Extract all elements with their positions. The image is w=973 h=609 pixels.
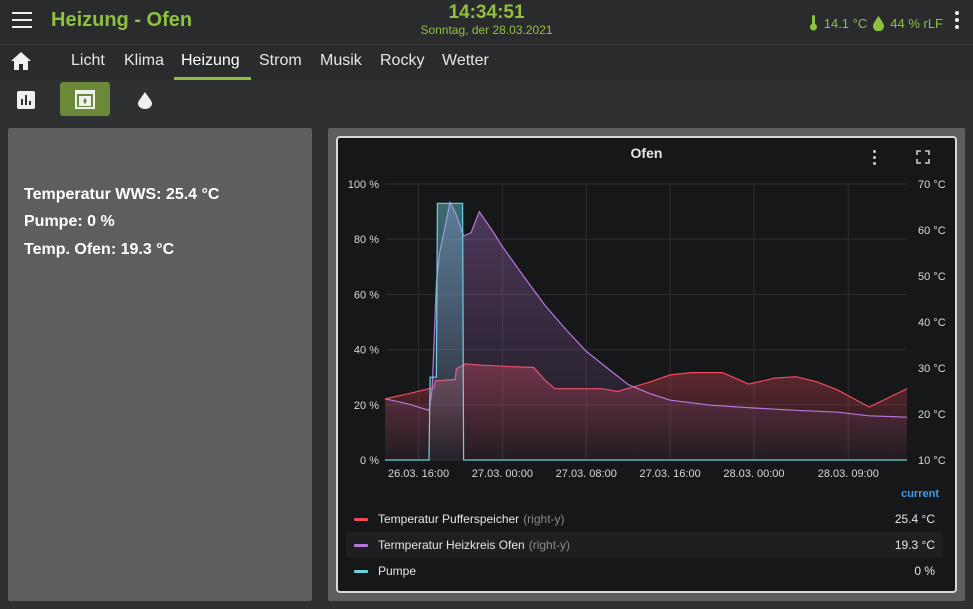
left-axis-tick-label: 20 %: [354, 400, 379, 412]
tab-klima[interactable]: Klima: [124, 52, 164, 70]
legend-current-value: 25.4 °C: [894, 512, 935, 526]
legend-series-name: Temperatur Pufferspeicher (right-y): [378, 512, 565, 526]
legend-item[interactable]: Pumpe 0 %: [346, 558, 943, 584]
legend-swatch: [354, 570, 368, 573]
legend-swatch: [354, 518, 368, 521]
legend-series-label: Termperatur Heizkreis Ofen: [378, 538, 525, 552]
left-axis-tick-label: 40 %: [354, 345, 379, 357]
bar-chart-icon: [17, 91, 35, 109]
x-axis-tick-label: 27.03. 16:00: [640, 468, 701, 478]
right-axis-tick-label: 50 °C: [918, 271, 946, 283]
outdoor-temperature: 14.1 °C: [823, 15, 868, 31]
left-axis-tick-label: 60 %: [354, 289, 379, 301]
legend-current-value: 19.3 °C: [894, 538, 935, 552]
water-drop-icon: [138, 92, 152, 109]
legend-series-label: Temperatur Pufferspeicher: [378, 512, 520, 526]
x-axis-tick-label: 28.03. 00:00: [723, 468, 784, 478]
top-bar: Heizung - Ofen 14:34:51 Sonntag, der 28.…: [0, 0, 973, 44]
x-axis-tick-label: 26.03. 16:00: [388, 468, 449, 478]
oven-temperature: Temp. Ofen: 19.3 °C: [24, 241, 175, 258]
right-axis-tick-label: 60 °C: [918, 225, 946, 237]
home-icon[interactable]: [10, 51, 32, 71]
legend-axis-hint: (right-y): [523, 512, 565, 526]
legend-series-name: Pumpe: [378, 564, 416, 578]
tab-rocky[interactable]: Rocky: [380, 52, 424, 70]
x-axis-tick-label: 27.03. 00:00: [472, 468, 533, 478]
more-vert-icon[interactable]: [955, 11, 959, 32]
legend-swatch: [354, 544, 368, 547]
legend-series-label: Pumpe: [378, 564, 417, 578]
pump-status: Pumpe: 0 %: [24, 213, 115, 230]
right-axis-tick-label: 40 °C: [918, 317, 946, 329]
left-axis-tick-label: 0 %: [360, 455, 379, 467]
nav-bar: Licht Klima Heizung Strom Musik Rocky We…: [0, 44, 973, 81]
right-axis-tick-label: 30 °C: [918, 363, 946, 375]
status-card: Temperatur WWS: 25.4 °C Pumpe: 0 % Temp.…: [8, 128, 312, 601]
legend-series-name: Termperatur Heizkreis Ofen (right-y): [378, 538, 570, 552]
tab-heizung[interactable]: Heizung: [181, 52, 240, 70]
fireplace-icon: [75, 90, 95, 109]
right-axis-tick-label: 20 °C: [918, 409, 946, 421]
left-axis-tick-label: 100 %: [348, 179, 379, 191]
water-drop-button[interactable]: [130, 82, 160, 116]
thermometer-icon: [809, 15, 817, 31]
right-axis-tick-label: 10 °C: [918, 455, 946, 467]
tab-wetter[interactable]: Wetter: [442, 52, 489, 70]
legend-current-value: 0 %: [914, 564, 935, 578]
chart-panel: Ofen 0 % 20 % 40 % 60 % 80 % 100 % 10 °C 20 °C 3…: [336, 136, 957, 593]
chart-plot: 0 % 20 % 40 % 60 % 80 % 100 % 10 °C 20 °C 30 °C 4…: [348, 179, 946, 478]
right-axis-tick-label: 70 °C: [918, 179, 946, 191]
humidity: 44 % rLF: [890, 15, 943, 31]
x-axis-tick-label: 28.03. 09:00: [818, 468, 879, 478]
weather-status: 14.1 °C 44 % rLF: [809, 15, 943, 31]
humidity-drop-icon: [873, 15, 885, 31]
legend-item[interactable]: Temperatur Pufferspeicher (right-y) 25.4 °…: [346, 506, 943, 532]
x-axis-tick-label: 27.03. 08:00: [556, 468, 617, 478]
legend-header: current: [901, 488, 939, 500]
tab-strom[interactable]: Strom: [259, 52, 302, 70]
temperature-wws: Temperatur WWS: 25.4 °C: [24, 186, 220, 203]
tab-licht[interactable]: Licht: [71, 52, 105, 70]
legend-item[interactable]: Termperatur Heizkreis Ofen (right-y) 19.3 …: [346, 532, 943, 558]
legend-axis-hint: (right-y): [528, 538, 571, 552]
left-axis-tick-label: 80 %: [354, 234, 379, 246]
bar-chart-button[interactable]: [10, 82, 42, 116]
fireplace-button[interactable]: [60, 82, 110, 116]
tab-musik[interactable]: Musik: [320, 52, 362, 70]
sub-nav: [0, 80, 973, 120]
